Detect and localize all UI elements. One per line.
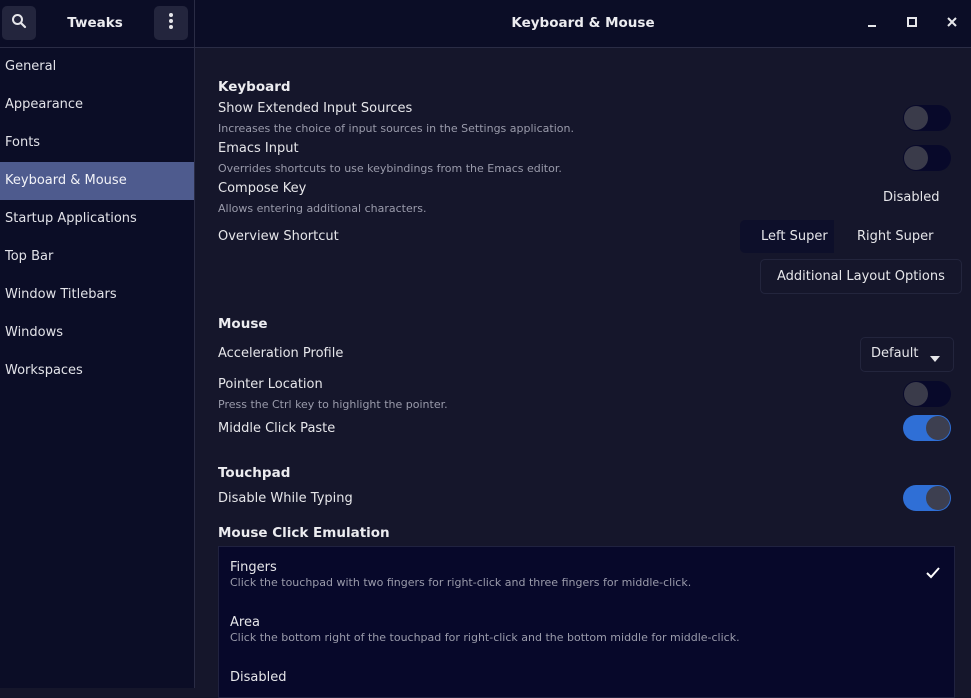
menu-button[interactable] (154, 6, 188, 40)
search-button[interactable] (2, 6, 36, 40)
search-icon (11, 13, 27, 33)
emacs-input-label: Emacs Input (218, 141, 299, 156)
pointer-location-label: Pointer Location (218, 377, 323, 392)
pointer-location-toggle[interactable] (903, 381, 951, 407)
overview-shortcut-group: Left Super Right Super (740, 220, 935, 253)
sidebar: General Appearance Fonts Keyboard & Mous… (0, 48, 195, 688)
kebab-menu-icon (168, 12, 174, 34)
sidebar-item-keyboard-mouse[interactable]: Keyboard & Mouse (0, 162, 194, 200)
show-extended-desc: Increases the choice of input sources in… (218, 122, 574, 135)
list-item-area[interactable]: Area Click the bottom right of the touch… (219, 602, 954, 657)
sidebar-item-workspaces[interactable]: Workspaces (0, 352, 194, 390)
settings-panel: Keyboard Show Extended Input Sources Inc… (195, 48, 971, 698)
sidebar-item-appearance[interactable]: Appearance (0, 86, 194, 124)
list-item-disabled[interactable]: Disabled (219, 657, 954, 697)
close-button[interactable] (939, 11, 965, 37)
toggle-knob (904, 146, 928, 170)
mouse-section-title: Mouse (218, 316, 268, 332)
left-super-button[interactable]: Left Super (740, 220, 834, 253)
acceleration-profile-value: Default (871, 346, 919, 361)
disable-while-typing-label: Disable While Typing (218, 491, 353, 506)
click-emulation-section-title: Mouse Click Emulation (218, 525, 390, 541)
sidebar-item-windows[interactable]: Windows (0, 314, 194, 352)
pointer-location-desc: Press the Ctrl key to highlight the poin… (218, 398, 448, 411)
header-bar: Tweaks Keyboard & Mouse (0, 0, 971, 48)
show-extended-toggle[interactable] (903, 105, 951, 131)
acceleration-profile-label: Acceleration Profile (218, 346, 344, 361)
page-title: Keyboard & Mouse (511, 15, 655, 31)
sidebar-item-window-titlebars[interactable]: Window Titlebars (0, 276, 194, 314)
middle-click-paste-label: Middle Click Paste (218, 421, 336, 436)
list-item-fingers[interactable]: Fingers Click the touchpad with two fing… (219, 547, 954, 602)
right-super-button[interactable]: Right Super (834, 220, 935, 253)
sidebar-item-startup-applications[interactable]: Startup Applications (0, 200, 194, 238)
disable-while-typing-toggle[interactable] (903, 485, 951, 511)
compose-key-value[interactable]: Disabled (883, 190, 939, 205)
checkmark-icon (926, 567, 940, 583)
fingers-desc: Click the touchpad with two fingers for … (230, 576, 692, 589)
toggle-knob (926, 416, 950, 440)
minimize-icon (866, 16, 878, 32)
minimize-button[interactable] (859, 11, 885, 37)
area-desc: Click the bottom right of the touchpad f… (230, 631, 740, 644)
sidebar-item-top-bar[interactable]: Top Bar (0, 238, 194, 276)
keyboard-section-title: Keyboard (218, 79, 291, 95)
acceleration-profile-dropdown[interactable]: Default (860, 337, 954, 372)
dropdown-arrow-icon (930, 351, 940, 366)
sidebar-item-fonts[interactable]: Fonts (0, 124, 194, 162)
app-title: Tweaks (67, 15, 123, 31)
compose-key-label: Compose Key (218, 181, 307, 196)
emacs-input-toggle[interactable] (903, 145, 951, 171)
overview-shortcut-label: Overview Shortcut (218, 229, 339, 244)
compose-key-desc: Allows entering additional characters. (218, 202, 427, 215)
sidebar-header: Tweaks (0, 0, 195, 47)
close-icon (946, 16, 958, 32)
sidebar-item-general[interactable]: General (0, 48, 194, 86)
toggle-knob (926, 486, 950, 510)
click-emulation-list: Fingers Click the touchpad with two fing… (218, 546, 955, 698)
maximize-icon (906, 16, 918, 32)
touchpad-section-title: Touchpad (218, 465, 291, 481)
fingers-label: Fingers (230, 560, 277, 575)
middle-click-paste-toggle[interactable] (903, 415, 951, 441)
toggle-knob (904, 106, 928, 130)
disabled-label: Disabled (230, 670, 287, 685)
area-label: Area (230, 615, 260, 630)
additional-layout-options-button[interactable]: Additional Layout Options (760, 259, 962, 294)
emacs-input-desc: Overrides shortcuts to use keybindings f… (218, 162, 562, 175)
toggle-knob (904, 382, 928, 406)
show-extended-label: Show Extended Input Sources (218, 101, 413, 116)
maximize-button[interactable] (899, 11, 925, 37)
